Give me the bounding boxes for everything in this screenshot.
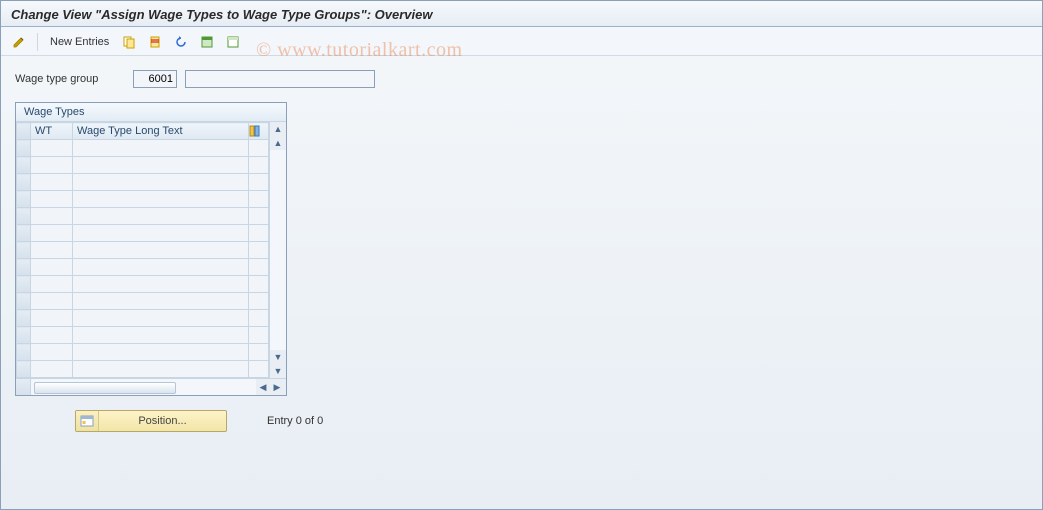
wage-types-panel: Wage Types WT Wage Type Long Text	[15, 102, 287, 396]
table-row[interactable]	[17, 191, 269, 208]
wage-type-group-desc-input[interactable]	[185, 70, 375, 88]
toolbar-separator	[37, 33, 38, 51]
scroll-left-icon[interactable]: ◀	[256, 380, 270, 394]
wage-type-group-code-input[interactable]	[133, 70, 177, 88]
table-row[interactable]	[17, 242, 269, 259]
wage-types-table: WT Wage Type Long Text	[16, 122, 269, 378]
application-toolbar: New Entries	[1, 29, 1042, 56]
table-row[interactable]	[17, 259, 269, 276]
table-row[interactable]	[17, 293, 269, 310]
wage-types-panel-title: Wage Types	[16, 103, 286, 122]
table-row[interactable]	[17, 310, 269, 327]
wage-type-group-row: Wage type group	[15, 70, 1028, 88]
footer-row: Position... Entry 0 of 0	[15, 410, 1028, 432]
table-row[interactable]	[17, 157, 269, 174]
scroll-down2-icon[interactable]: ▼	[271, 350, 285, 364]
table-body	[17, 140, 269, 378]
scroll-track[interactable]	[270, 150, 286, 350]
select-all-icon[interactable]	[197, 32, 217, 52]
scroll-down-icon[interactable]: ▼	[271, 364, 285, 378]
grid-wrapper: WT Wage Type Long Text	[16, 122, 286, 378]
delete-icon[interactable]	[145, 32, 165, 52]
horizontal-scrollbar[interactable]: ◀ ▶	[16, 378, 286, 395]
table-row[interactable]	[17, 344, 269, 361]
hscroll-track[interactable]	[31, 379, 256, 395]
title-divider	[1, 26, 1042, 27]
table-row[interactable]	[17, 174, 269, 191]
column-configure-icon[interactable]	[249, 123, 269, 140]
wage-type-group-label: Wage type group	[15, 73, 125, 85]
page-title: Change View "Assign Wage Types to Wage T…	[1, 1, 1042, 26]
table-row[interactable]	[17, 208, 269, 225]
entry-counter: Entry 0 of 0	[267, 415, 323, 427]
copy-icon[interactable]	[119, 32, 139, 52]
position-button-label: Position...	[99, 415, 226, 427]
position-button[interactable]: Position...	[75, 410, 227, 432]
toggle-change-icon[interactable]	[9, 32, 29, 52]
table-row[interactable]	[17, 361, 269, 378]
scroll-up2-icon[interactable]: ▲	[271, 136, 285, 150]
column-select[interactable]	[17, 123, 31, 140]
undo-icon[interactable]	[171, 32, 191, 52]
hscroll-thumb[interactable]	[34, 382, 176, 394]
column-long-text[interactable]: Wage Type Long Text	[73, 123, 249, 140]
table-row[interactable]	[17, 140, 269, 157]
table-row[interactable]	[17, 327, 269, 344]
position-icon	[76, 411, 99, 431]
hscroll-corner	[16, 379, 31, 395]
new-entries-button[interactable]: New Entries	[46, 36, 113, 48]
vertical-scrollbar[interactable]: ▲ ▲ ▼ ▼	[269, 122, 286, 378]
deselect-all-icon[interactable]	[223, 32, 243, 52]
table-row[interactable]	[17, 276, 269, 293]
scroll-up-icon[interactable]: ▲	[271, 122, 285, 136]
scroll-right-icon[interactable]: ▶	[270, 380, 284, 394]
column-wt[interactable]: WT	[31, 123, 73, 140]
content-area: Wage type group Wage Types WT Wage Type …	[1, 56, 1042, 432]
table-row[interactable]	[17, 225, 269, 242]
